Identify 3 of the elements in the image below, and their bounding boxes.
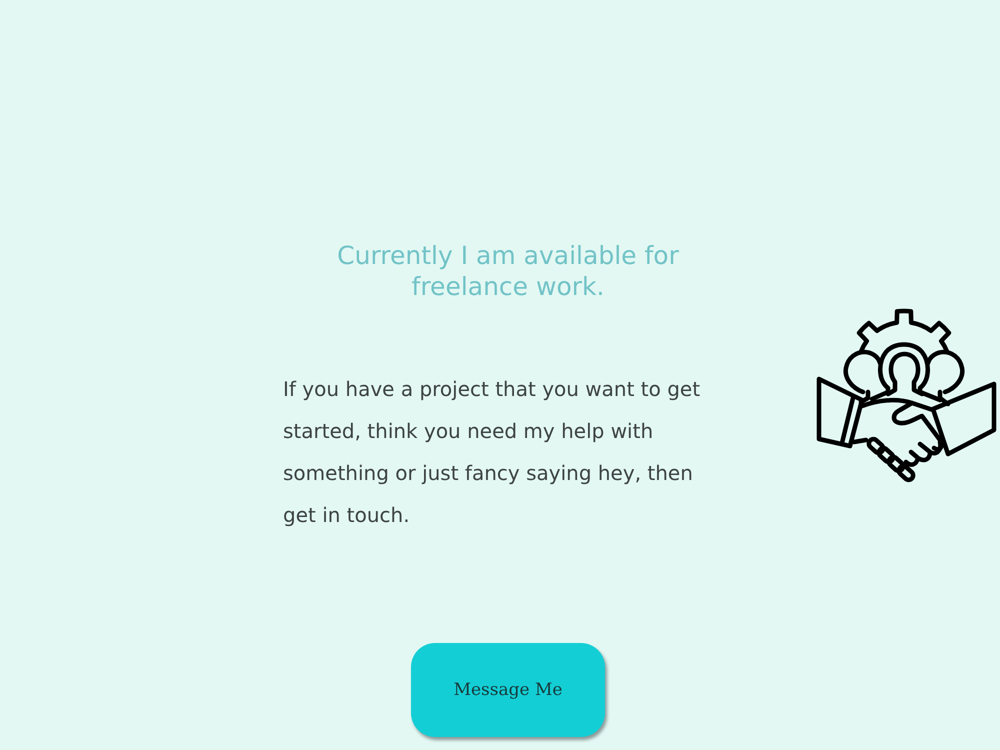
availability-heading: Currently I am available for freelance work. [336,240,680,302]
message-me-button[interactable]: Message Me [411,643,605,737]
intro-paragraph: If you have a project that you want to get started, think you need my help with something or just fancy saying hey, then get in touch. [283,376,702,529]
